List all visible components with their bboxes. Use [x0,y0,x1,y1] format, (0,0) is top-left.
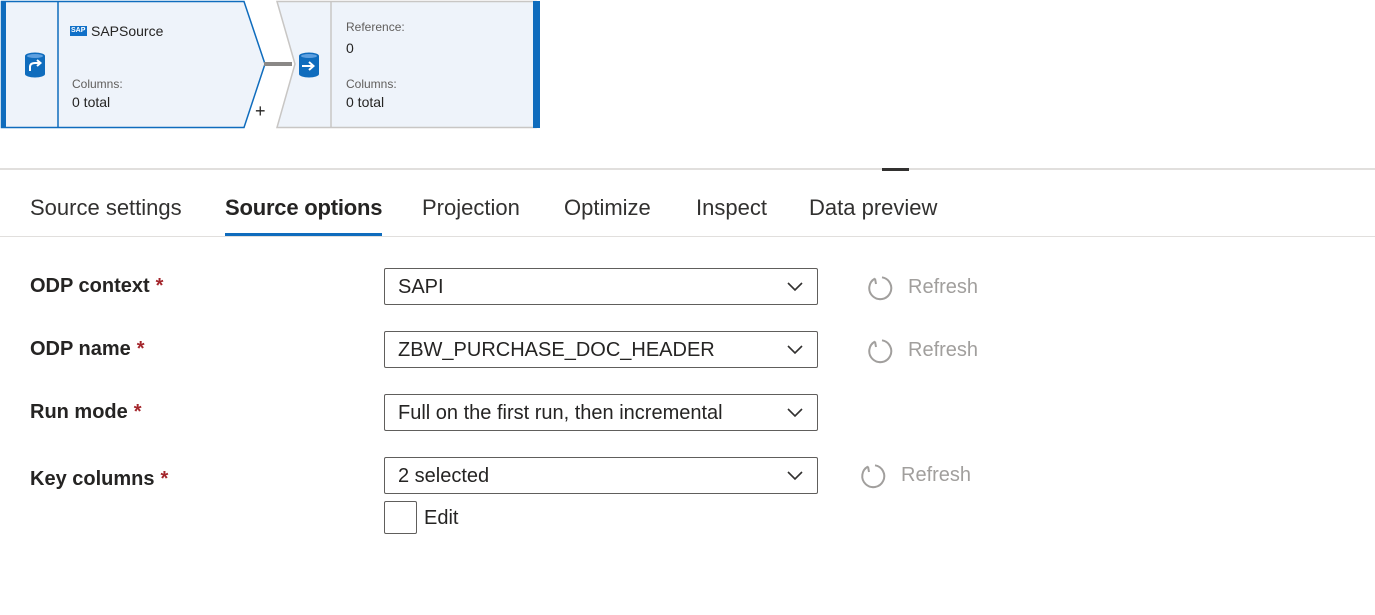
refresh-label: Refresh [908,276,979,298]
required-marker: * [155,275,164,297]
edit-checkbox-label[interactable]: Edit [424,507,458,530]
key-columns-refresh-button[interactable]: Refresh [859,462,979,492]
settings-tabs: Source settings Source options Projectio… [0,186,1375,236]
edit-checkbox[interactable] [384,501,417,534]
sink-columns-label: Columns: [346,77,397,91]
tab-data-preview[interactable]: Data preview [809,186,937,236]
tab-source-options[interactable]: Source options [225,186,383,236]
key-columns-value: 2 selected [398,465,490,487]
odp-name-refresh-button[interactable]: Refresh [866,337,986,367]
chevron-down-icon [787,345,803,355]
source-columns-label: Columns: [72,77,123,91]
add-transform-button[interactable]: + [255,101,266,122]
odp-name-dropdown[interactable]: ZBW_PURCHASE_DOC_HEADER [384,331,818,368]
sink-columns-value: 0 total [346,94,385,110]
source-columns-value: 0 total [72,94,111,110]
odp-context-value: SAPI [398,276,444,298]
run-mode-label: Run mode * [30,401,142,423]
key-columns-dropdown[interactable]: 2 selected [384,457,818,494]
database-sink-icon [299,52,319,78]
chevron-down-icon [787,408,803,418]
sap-logo: SAP [70,26,87,36]
refresh-icon [868,276,893,301]
panel-splitter[interactable] [0,168,1375,170]
required-marker: * [133,401,142,423]
odp-context-refresh-button[interactable]: Refresh [866,274,986,304]
source-node[interactable]: SAP SAPSource Columns: 0 total [0,0,275,130]
chevron-down-icon [787,282,803,292]
refresh-icon [868,339,893,364]
odp-context-label: ODP context * [30,275,164,297]
required-marker: * [160,468,169,490]
refresh-label: Refresh [901,464,972,486]
sink-node[interactable]: Reference: 0 Columns: 0 total [274,0,542,130]
splitter-handle[interactable] [882,168,909,171]
run-mode-value: Full on the first run, then incremental [398,402,723,424]
refresh-icon [861,464,886,489]
odp-name-label: ODP name * [30,338,145,360]
key-columns-label: Key columns * [30,468,169,490]
odp-context-dropdown[interactable]: SAPI [384,268,818,305]
tab-projection[interactable]: Projection [422,186,520,236]
run-mode-dropdown[interactable]: Full on the first run, then incremental [384,394,818,431]
tab-optimize[interactable]: Optimize [564,186,651,236]
tabs-divider [0,236,1375,237]
chevron-down-icon [787,471,803,481]
tab-inspect[interactable]: Inspect [696,186,767,236]
tab-source-settings[interactable]: Source settings [30,186,182,236]
refresh-label: Refresh [908,339,979,361]
odp-name-value: ZBW_PURCHASE_DOC_HEADER [398,339,715,361]
sink-reference-label: Reference: [346,20,405,34]
flow-canvas: SAP SAPSource Columns: 0 total + Referen… [0,0,1375,168]
required-marker: * [136,338,145,360]
sink-reference-value: 0 [346,40,354,56]
database-source-icon [25,52,45,78]
source-node-title: SAPSource [91,23,164,39]
